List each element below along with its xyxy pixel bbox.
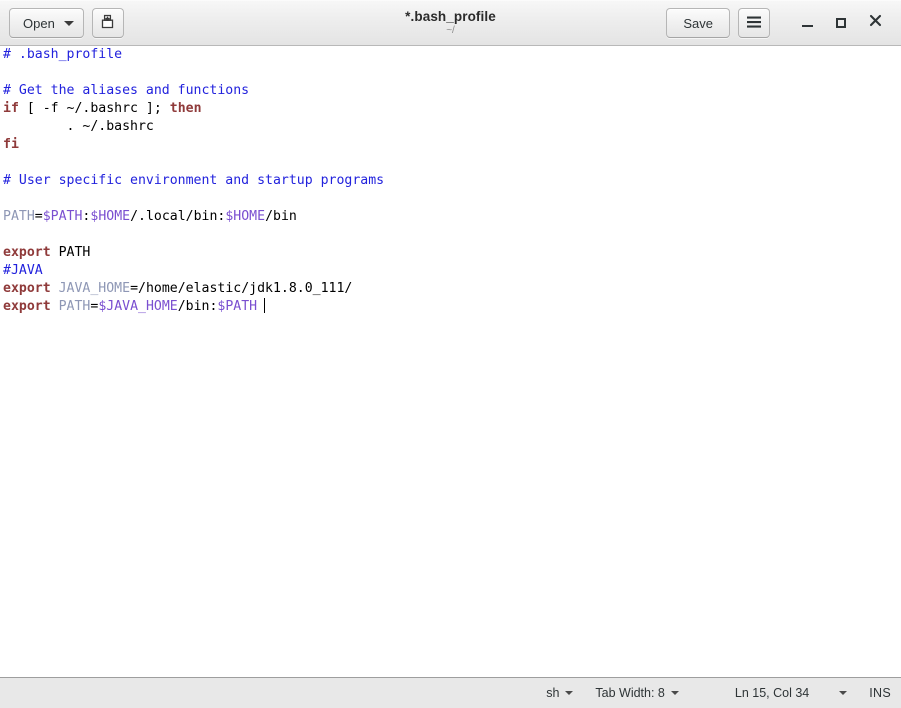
code-token-var: $JAVA_HOME — [98, 299, 178, 314]
new-document-button[interactable] — [91, 8, 124, 38]
code-token-idn: JAVA_HOME — [58, 281, 131, 296]
code-line: PATH=$PATH:$HOME/.local/bin:$HOME/bin — [3, 208, 901, 226]
code-token-plain: =/home/elastic/jdk1.8.0_111/ — [130, 281, 353, 296]
code-token-cmt: # Get the aliases and functions — [3, 83, 250, 98]
code-line: if [ -f ~/.bashrc ]; then — [3, 100, 901, 118]
code-token-var: $HOME — [225, 209, 266, 224]
code-token-kw: if — [3, 101, 19, 116]
code-token-kw: export — [3, 281, 51, 296]
maximize-button[interactable] — [824, 6, 858, 40]
code-token-kw: fi — [3, 137, 19, 152]
main-menu-button[interactable] — [738, 8, 770, 38]
language-mode-selector[interactable]: sh — [546, 686, 574, 700]
code-token-kw: export — [3, 245, 51, 260]
header-right-controls: Save — [666, 6, 892, 40]
text-editor-area[interactable]: # .bash_profile # Get the aliases and fu… — [0, 46, 901, 677]
code-token-plain: /.local/bin: — [130, 209, 226, 224]
window-header-bar: Open *.bash_profile ~/ Save — [0, 0, 901, 46]
open-button-label: Open — [23, 15, 55, 31]
code-line: # .bash_profile — [3, 46, 901, 64]
close-icon — [869, 14, 882, 32]
code-line: # Get the aliases and functions — [3, 82, 901, 100]
minimize-icon — [801, 25, 813, 27]
chevron-down-icon — [63, 20, 74, 26]
window-controls — [784, 6, 892, 40]
page-title: *.bash_profile — [405, 9, 496, 24]
page-subtitle-path: ~/ — [446, 25, 455, 36]
code-token-plain: PATH — [50, 245, 91, 260]
code-token-plain: = — [34, 209, 43, 224]
code-token-var: $PATH — [42, 209, 83, 224]
hamburger-menu-icon — [746, 15, 762, 32]
code-line: #JAVA — [3, 262, 901, 280]
save-button[interactable]: Save — [666, 8, 730, 38]
code-line: # User specific environment and startup … — [3, 172, 901, 190]
new-document-icon — [99, 13, 116, 33]
tab-width-label: Tab Width: 8 — [595, 686, 665, 700]
tab-width-selector[interactable]: Tab Width: 8 — [595, 686, 679, 700]
code-token-plain: /bin — [265, 209, 297, 224]
cursor-position-dropdown[interactable] — [839, 691, 848, 695]
text-cursor — [264, 298, 266, 313]
code-token-cmt: # User specific environment and startup … — [3, 173, 385, 188]
language-mode-label: sh — [546, 686, 560, 700]
code-token-plain: /bin: — [177, 299, 218, 314]
code-token-plain: [ -f ~/.bashrc ]; — [18, 101, 170, 116]
code-token-plain: . ~/.bashrc — [3, 119, 154, 134]
code-line: export JAVA_HOME=/home/elastic/jdk1.8.0_… — [3, 280, 901, 298]
cursor-position-label: Ln 15, Col 34 — [734, 686, 810, 700]
code-line: export PATH=$JAVA_HOME/bin:$PATH — [3, 298, 901, 316]
insert-mode-indicator[interactable]: INS — [869, 686, 891, 700]
code-token-idn: PATH — [58, 299, 91, 314]
code-token-var: $HOME — [90, 209, 131, 224]
code-token-kw: export — [3, 299, 51, 314]
text-editor-window: Open *.bash_profile ~/ Save # .bash_prof… — [0, 0, 901, 708]
close-button[interactable] — [858, 6, 892, 40]
open-button[interactable]: Open — [9, 8, 84, 38]
minimize-button[interactable] — [790, 6, 824, 40]
status-bar: sh Tab Width: 8 Ln 15, Col 34 INS — [0, 677, 901, 708]
chevron-down-icon — [670, 691, 679, 695]
chevron-down-icon — [839, 691, 848, 695]
chevron-down-icon — [565, 691, 574, 695]
code-line: . ~/.bashrc — [3, 118, 901, 136]
cursor-position-indicator: Ln 15, Col 34 — [735, 686, 809, 700]
code-token-kw: then — [169, 101, 202, 116]
code-token-cmt: #JAVA — [3, 263, 43, 278]
code-line: export PATH — [3, 244, 901, 262]
insert-mode-label: INS — [869, 686, 891, 700]
code-token-idn: PATH — [3, 209, 35, 224]
code-token-var: $PATH — [217, 299, 258, 314]
header-left-controls: Open — [9, 8, 124, 38]
code-line: fi — [3, 136, 901, 154]
maximize-icon — [836, 18, 846, 28]
source-code-content: # .bash_profile # Get the aliases and fu… — [3, 46, 901, 316]
code-token-cmt: # .bash_profile — [3, 47, 123, 62]
save-button-label: Save — [683, 15, 713, 31]
